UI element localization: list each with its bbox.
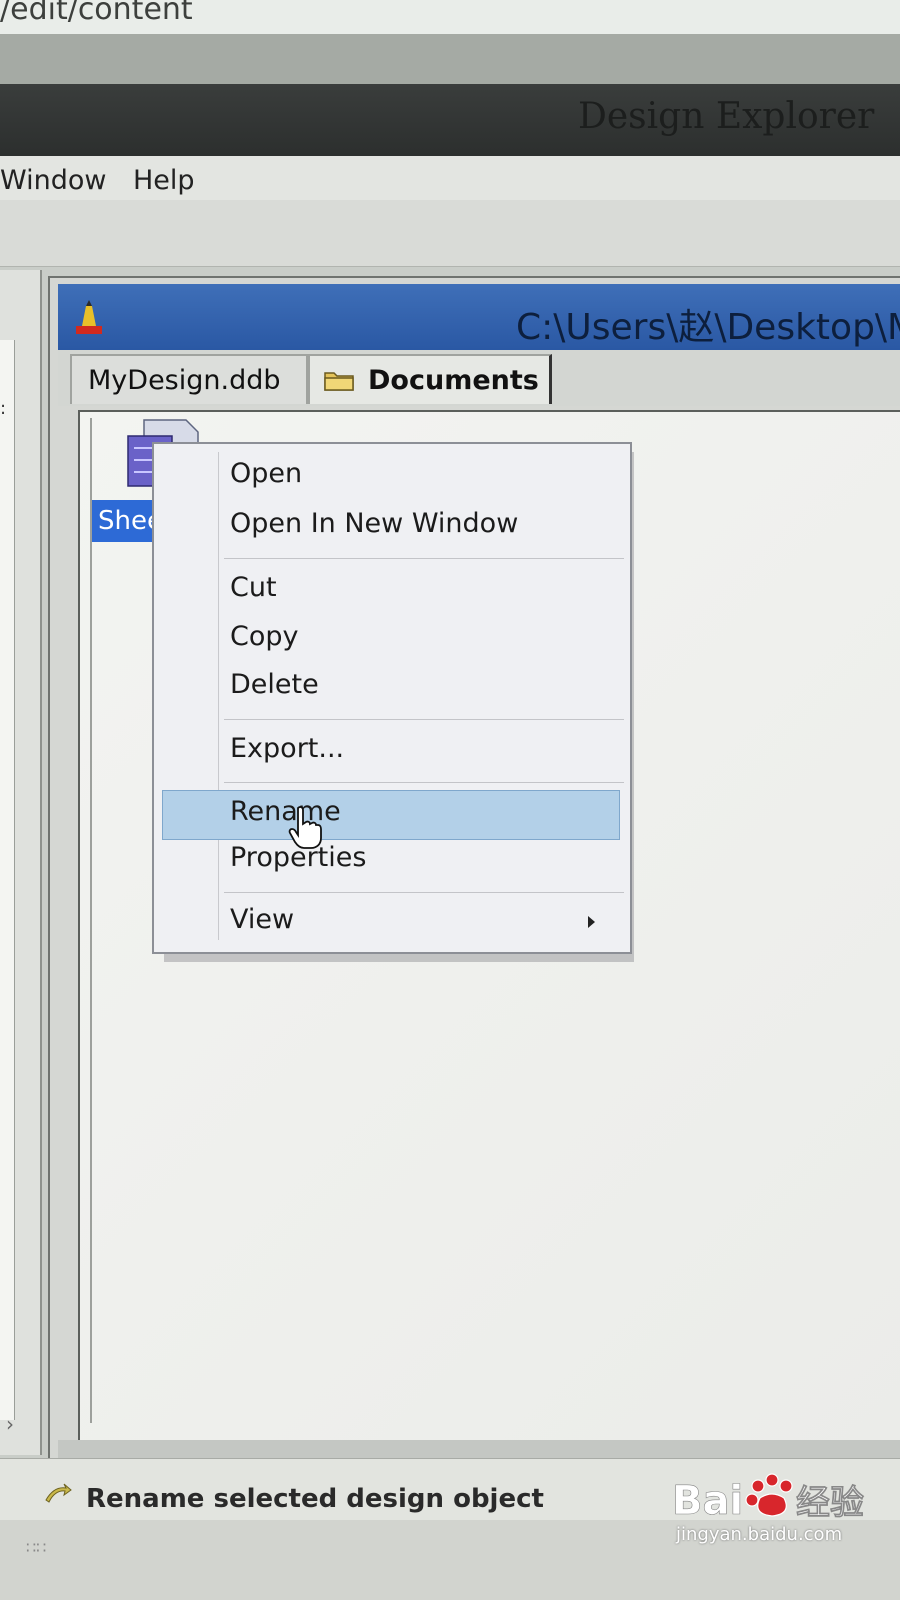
app-title: Design Explorer xyxy=(578,96,875,137)
hand-cursor-icon xyxy=(288,806,322,849)
window-bottom-border xyxy=(58,1440,900,1458)
left-panel-list xyxy=(0,340,15,1420)
menu-separator xyxy=(224,558,624,559)
selected-item-label[interactable]: Sheet xyxy=(92,500,154,542)
chevron-right-icon[interactable]: › xyxy=(6,1412,14,1436)
folder-icon xyxy=(324,372,354,391)
menu-item-delete[interactable]: Delete xyxy=(230,669,319,700)
toolbar xyxy=(0,200,900,267)
content-edge-divider xyxy=(90,418,92,1423)
left-panel-label-fragment: : xyxy=(0,398,7,419)
menu-item-cut[interactable]: Cut xyxy=(230,572,277,603)
bottom-grip-icon: ∷∷ xyxy=(26,1538,47,1557)
menu-item-export[interactable]: Export... xyxy=(230,733,344,764)
browser-toolbar-band xyxy=(0,34,900,84)
menu-item-view[interactable]: View xyxy=(230,904,294,935)
tab-label: MyDesign.ddb xyxy=(88,364,281,396)
status-text: Rename selected design object xyxy=(86,1484,544,1514)
app-logo-icon xyxy=(76,300,102,334)
submenu-arrow-icon xyxy=(588,916,595,928)
status-hint-icon xyxy=(45,1483,72,1503)
menu-separator xyxy=(224,782,624,783)
menu-window[interactable]: Window xyxy=(0,165,106,196)
svg-text:经验: 经验 xyxy=(796,1483,864,1523)
url-text: /edit/content xyxy=(0,0,193,27)
context-menu-gutter xyxy=(218,452,219,940)
menu-item-rename[interactable]: Rename xyxy=(230,796,341,827)
tab-mydesign-ddb[interactable]: MyDesign.ddb xyxy=(70,354,308,404)
document-title: C:\Users\赵\Desktop\M xyxy=(516,307,900,348)
menu-item-open-in-new-window[interactable]: Open In New Window xyxy=(230,508,518,539)
menu-separator xyxy=(224,719,624,720)
svg-text:Bai: Bai xyxy=(672,1478,743,1524)
menu-item-open[interactable]: Open xyxy=(230,458,302,489)
tab-documents[interactable]: Documents xyxy=(308,354,552,404)
watermark-url: jingyan.baidu.com xyxy=(676,1524,843,1545)
menu-separator xyxy=(224,892,624,893)
menu-item-copy[interactable]: Copy xyxy=(230,621,299,652)
tab-label: Documents xyxy=(368,364,539,396)
menu-help[interactable]: Help xyxy=(133,165,195,196)
